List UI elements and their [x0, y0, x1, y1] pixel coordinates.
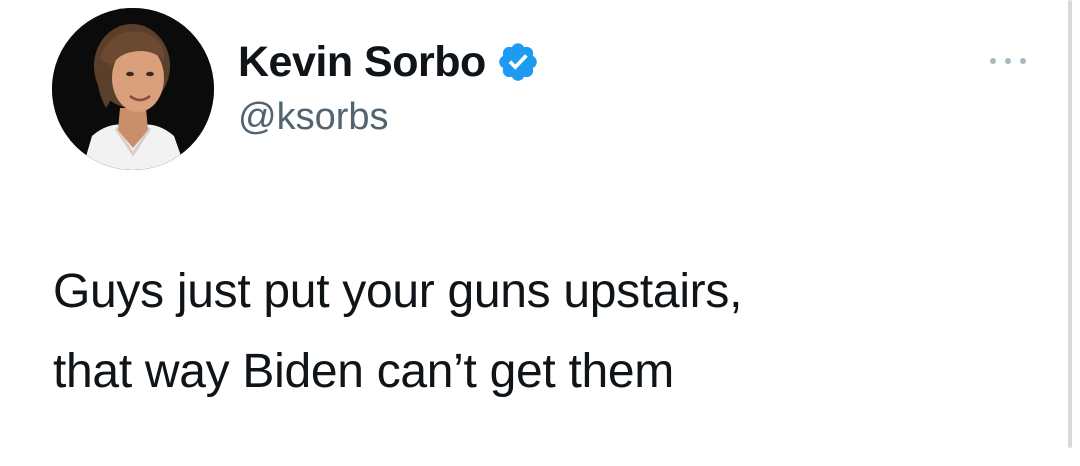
more-options-icon[interactable] — [990, 54, 1026, 68]
tweet-card: Kevin Sorbo @ksorbs Guys just put your g… — [0, 0, 1080, 466]
display-name[interactable]: Kevin Sorbo — [238, 38, 486, 87]
dot — [1020, 58, 1026, 64]
verified-badge-icon — [496, 40, 540, 84]
tweet-text: Guys just put your guns upstairs, that w… — [53, 252, 1033, 412]
scrollbar[interactable] — [1068, 0, 1072, 448]
author-row: Kevin Sorbo — [238, 34, 540, 90]
avatar-photo-icon — [52, 8, 214, 170]
dot — [1005, 58, 1011, 64]
author-handle[interactable]: @ksorbs — [238, 96, 389, 139]
tweet-text-line: that way Biden can’t get them — [53, 345, 674, 398]
avatar[interactable] — [52, 8, 214, 170]
dot — [990, 58, 996, 64]
tweet-text-line: Guys just put your guns upstairs, — [53, 265, 743, 318]
